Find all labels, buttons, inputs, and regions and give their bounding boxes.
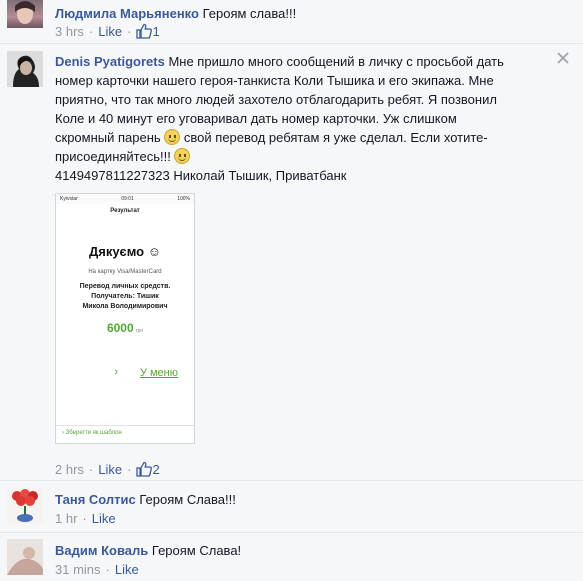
comment-text-line: скромный парень: [55, 130, 161, 145]
comment-text: Героям Слава!!!: [139, 492, 236, 507]
separator: ·: [127, 462, 132, 477]
avatar[interactable]: [7, 539, 43, 575]
clock-label: 09:01: [121, 196, 134, 202]
thumbs-up-icon: [136, 461, 153, 477]
amount-value: 6000: [106, 321, 134, 335]
comment-text-line: номер карточки нашего героя-танкиста Кол…: [55, 73, 494, 88]
transfer-desc: Перевод личных средств.: [79, 283, 171, 290]
commenter-name[interactable]: Denis Pyatigorets: [55, 54, 165, 69]
chevron-right-icon: ›: [114, 366, 118, 378]
menu-link: У меню: [139, 367, 178, 379]
comment-text-line: присоединяйтесь!!!: [55, 149, 171, 164]
smiley-icon: [174, 148, 191, 164]
thanks-heading: Дякуємо ☺: [88, 244, 162, 259]
comment-item: Таня Солтис Героям Слава!!! 1 hr · Like: [0, 481, 583, 531]
comment-text: Героям Слава!: [151, 543, 242, 558]
comment-item: Denis Pyatigorets Мне пришло много сообщ…: [0, 44, 583, 484]
comment-text-line: 4149497811227323 Николай Тышик, Приватба…: [55, 168, 347, 183]
like-button[interactable]: Like: [98, 462, 122, 477]
like-count-number: 1: [152, 24, 160, 39]
recipient-label: Получатель: Тишик: [91, 293, 159, 300]
separator: ·: [88, 24, 94, 39]
comment-text: Героям слава!!!: [202, 6, 297, 21]
result-title: Результат: [110, 208, 140, 214]
transfer-amount: 6000 грн: [56, 320, 194, 335]
like-count[interactable]: 1: [136, 23, 160, 39]
separator: ·: [105, 562, 110, 577]
comment-time[interactable]: 2 hrs: [55, 462, 84, 477]
attached-photo[interactable]: Kyivstar 09:01 100% Результат Дякуємо ☺ …: [55, 193, 195, 444]
thumbs-up-icon: [136, 23, 153, 39]
comment-item: Вадим Коваль Героям Слава! 31 mins · Like: [0, 533, 583, 581]
like-button[interactable]: Like: [115, 562, 139, 577]
avatar[interactable]: [7, 0, 43, 28]
carrier-label: Kyivstar: [60, 196, 78, 202]
comment-time[interactable]: 1 hr: [55, 511, 77, 526]
like-button[interactable]: Like: [92, 511, 116, 526]
like-button[interactable]: Like: [98, 24, 122, 39]
avatar[interactable]: [7, 488, 43, 524]
like-count[interactable]: 2: [136, 461, 160, 477]
comment-text-line: приятно, что так много людей захотело от…: [55, 92, 497, 107]
comment-time[interactable]: 3 hrs: [55, 24, 84, 39]
comment-text-line: Мне пришло много сообщений в личку с про…: [168, 54, 504, 69]
separator: ·: [88, 462, 94, 477]
comment-text-line: свой перевод ребятам я уже сделал. Если …: [183, 130, 488, 145]
comment-text-line: Коле и 40 минут его уговаривал дать номе…: [55, 111, 457, 126]
avatar[interactable]: [7, 51, 43, 87]
comment-time[interactable]: 31 mins: [55, 562, 101, 577]
comment-item: Людмила Марьяненко Героям слава!!! 3 hrs…: [0, 0, 583, 40]
save-template-link: › Зберегти як шаблон: [56, 425, 194, 440]
battery-label: 100%: [177, 196, 190, 202]
separator: ·: [82, 511, 87, 526]
like-count-number: 2: [152, 462, 160, 477]
close-icon[interactable]: [557, 52, 569, 64]
currency-label: грн: [135, 328, 144, 334]
commenter-name[interactable]: Таня Солтис: [55, 492, 136, 507]
card-note: На картку Visa/MasterCard: [88, 269, 162, 275]
commenter-name[interactable]: Людмила Марьяненко: [55, 6, 199, 21]
commenter-name[interactable]: Вадим Коваль: [55, 543, 148, 558]
smiley-icon: [164, 129, 181, 145]
recipient-name: Микола Володимирович: [82, 303, 168, 310]
phone-status-bar: Kyivstar 09:01 100%: [56, 194, 194, 204]
separator: ·: [127, 24, 132, 39]
